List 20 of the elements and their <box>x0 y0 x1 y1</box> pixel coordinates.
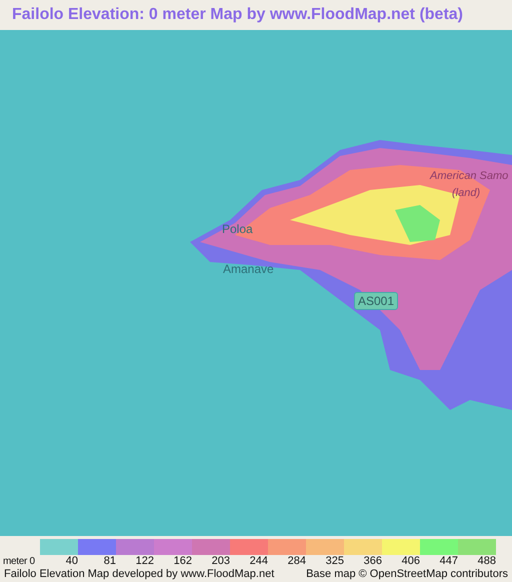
attribution-text: Base map © OpenStreetMap contributors <box>306 568 508 580</box>
map-label: (land) <box>452 188 480 199</box>
legend-label: 203 <box>210 555 230 568</box>
page-title: Failolo Elevation: 0 meter Map by www.FloodMap.net (beta) <box>11 5 464 25</box>
legend-label: 284 <box>286 555 306 568</box>
legend-label: 488 <box>476 555 496 568</box>
legend-label: 162 <box>172 555 192 568</box>
legend-label: 40 <box>64 555 78 568</box>
legend-label: 325 <box>324 555 344 568</box>
legend-label: meter 0 <box>2 555 36 568</box>
map-label: Poloa <box>222 223 253 235</box>
legend-label: 244 <box>248 555 268 568</box>
legend-label: 447 <box>438 555 458 568</box>
legend-label: 122 <box>134 555 154 568</box>
legend-label: 406 <box>400 555 420 568</box>
map-label: AS001 <box>354 292 398 310</box>
map-label: Amanave <box>223 263 274 275</box>
footer-text: Failolo Elevation Map developed by www.FloodMap.net <box>4 568 274 580</box>
legend-label: 81 <box>102 555 116 568</box>
legend-label: 366 <box>362 555 382 568</box>
